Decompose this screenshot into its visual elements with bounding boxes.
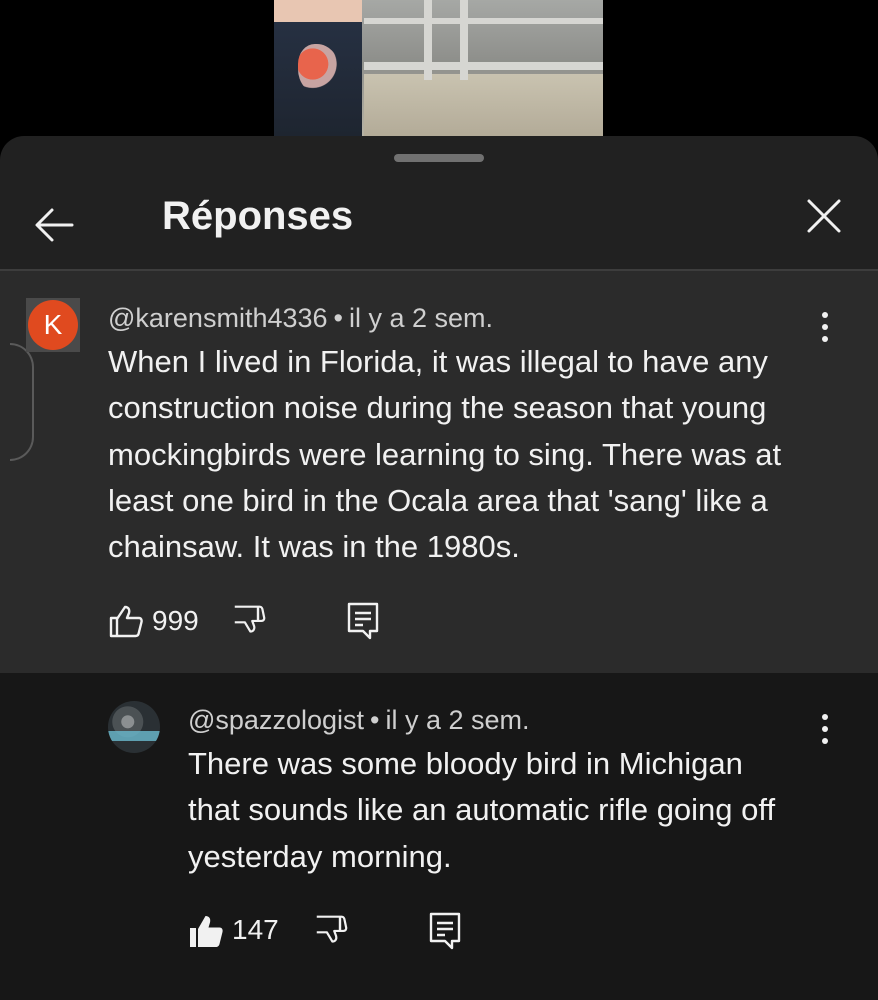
like-count: 147 [232, 914, 279, 945]
avatar: K [28, 300, 78, 350]
like-button[interactable] [108, 603, 144, 639]
comment-author[interactable]: @spazzologist [188, 705, 364, 735]
comment-meta: @karensmith4336 • il y a 2 sem. [108, 303, 493, 334]
comment-text: When I lived in Florida, it was illegal … [108, 339, 781, 570]
person-figure [274, 0, 362, 136]
comment-reply-icon [429, 912, 461, 950]
comment-text-line: yesterday morning. [188, 838, 452, 874]
dislike-button[interactable] [314, 913, 350, 949]
vertical-dots-icon [822, 726, 828, 732]
shirt-print [298, 44, 340, 94]
sheet-header: Réponses [0, 170, 878, 270]
comment-time: il y a 2 sem. [385, 705, 530, 735]
close-button[interactable] [800, 192, 848, 240]
reply-button[interactable] [346, 601, 380, 641]
dislike-button[interactable] [232, 603, 268, 639]
vertical-dots-icon [822, 336, 828, 342]
comment-text: There was some bloody bird in Michigan t… [188, 741, 775, 880]
reply-comment: @spazzologist • il y a 2 sem. There was so… [0, 673, 878, 1000]
reply-button[interactable] [428, 911, 462, 951]
comment-text-line: There was some bloody bird in Michigan [188, 746, 743, 781]
meta-separator: • [333, 303, 343, 333]
comment-text-line: least one bird in the Ocala area that 's… [108, 482, 768, 518]
thumb-up-icon [109, 605, 143, 638]
meta-separator: • [370, 705, 380, 735]
comment-text-line: mockingbirds were learning to sing. Ther… [108, 436, 782, 472]
comment-meta: @spazzologist • il y a 2 sem. [188, 705, 530, 736]
thumb-down-icon [234, 605, 266, 633]
arrow-left-icon [35, 208, 74, 242]
video-thumbnail[interactable] [274, 0, 603, 136]
comment-text-line: chainsaw. It was in the 1980s. [108, 529, 520, 565]
vertical-dots-icon [822, 324, 828, 330]
avatar-frame[interactable]: K [26, 298, 80, 352]
comment-reply-icon [347, 602, 379, 640]
page-title: Réponses [162, 194, 354, 238]
comment-more-button[interactable] [810, 707, 840, 751]
vertical-dots-icon [822, 312, 828, 318]
comment-text-line: that sounds like an automatic rifle goin… [188, 792, 776, 828]
comment-text-line: When I lived in Florida, it was illegal … [108, 344, 768, 379]
comment-more-button[interactable] [810, 305, 840, 349]
close-x-icon [807, 199, 841, 233]
replies-sheet: Réponses K @karensmith4336 • il y a 2 sem.… [0, 136, 878, 1000]
comment-author[interactable]: @karensmith4336 [108, 303, 328, 333]
like-button-active[interactable] [188, 913, 224, 949]
back-button[interactable] [30, 200, 80, 250]
thread-line [10, 343, 34, 461]
vertical-dots-icon [822, 738, 828, 744]
parent-comment: K @karensmith4336 • il y a 2 sem. When I l… [0, 271, 878, 673]
comment-text-line: construction noise during the season tha… [108, 390, 767, 426]
balcony-railing [364, 18, 603, 24]
drag-handle[interactable] [394, 154, 484, 162]
thumb-up-filled-icon [190, 916, 223, 947]
comment-time: il y a 2 sem. [348, 303, 494, 333]
vertical-dots-icon [822, 714, 828, 720]
balcony-railing [364, 62, 603, 70]
avatar[interactable] [108, 701, 160, 753]
avatar-photo-detail [108, 731, 160, 741]
thumb-down-icon [316, 915, 348, 943]
like-count: 999 [152, 605, 199, 636]
balcony-floor [364, 74, 603, 136]
